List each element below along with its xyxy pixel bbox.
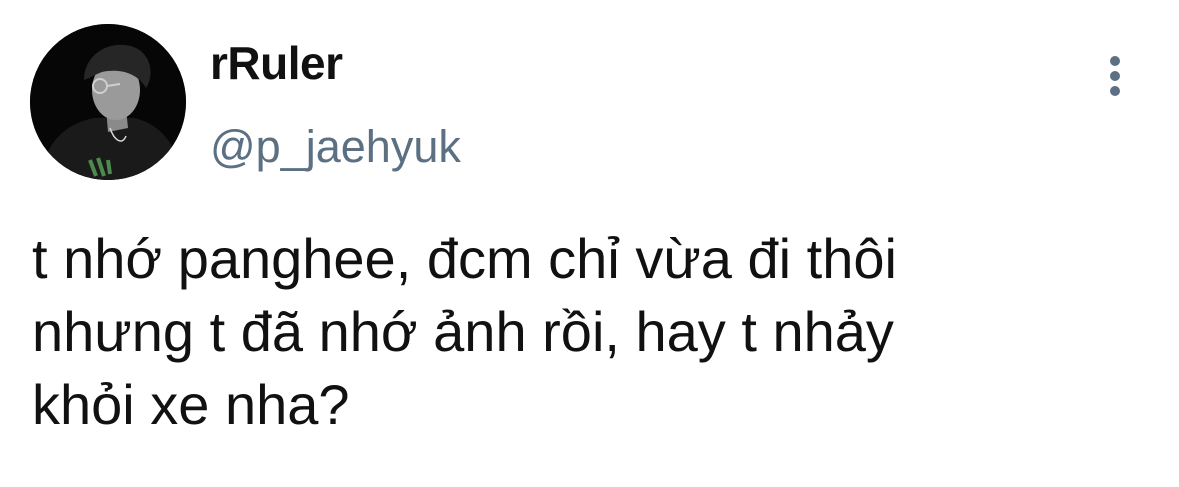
display-name[interactable]: rRuler <box>210 40 343 86</box>
tweet-text: t nhớ panghee, đcm chỉ vừa đi thôi nhưng… <box>32 227 897 436</box>
more-options-button[interactable] <box>1096 54 1136 98</box>
tweet-card: rRuler @p_jaehyuk t nhớ panghee, đcm chỉ… <box>0 0 1179 487</box>
more-vertical-icon <box>1110 86 1120 96</box>
avatar-image <box>30 24 186 180</box>
more-vertical-icon <box>1110 56 1120 66</box>
user-handle[interactable]: @p_jaehyuk <box>210 124 461 169</box>
more-vertical-icon <box>1110 71 1120 81</box>
avatar[interactable] <box>30 24 186 180</box>
